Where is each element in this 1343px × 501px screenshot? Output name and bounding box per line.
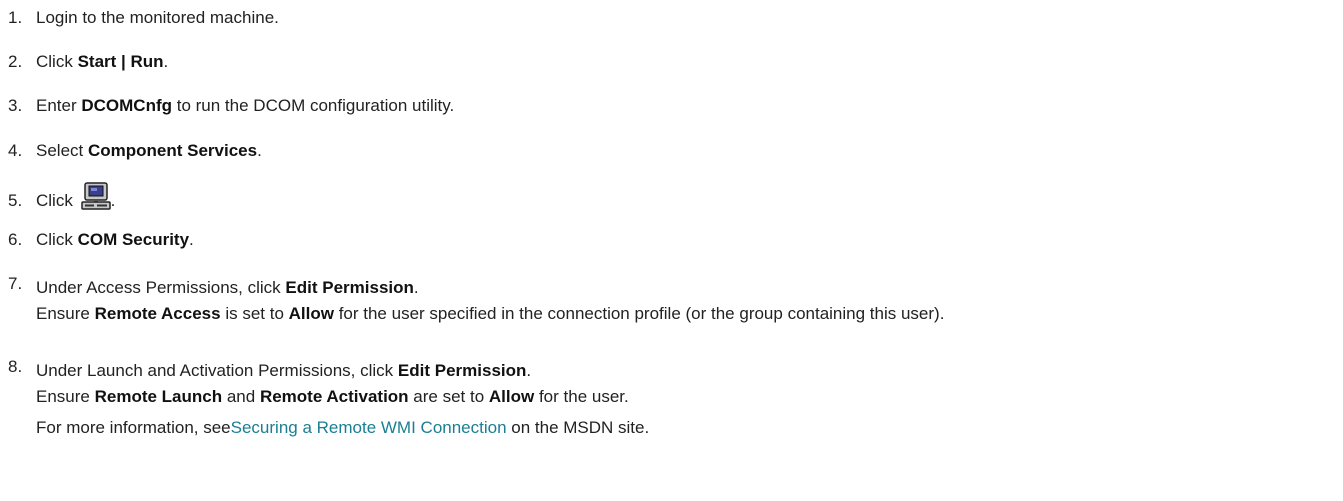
com-security-label: COM Security	[77, 230, 190, 249]
step-number: 1.	[8, 8, 23, 27]
step-number: 5.	[8, 191, 23, 210]
step-7: 7. Under Access Permissions, click Edit P…	[8, 273, 419, 299]
detail-text: Ensure	[36, 304, 95, 323]
detail-text: Ensure	[36, 387, 95, 406]
step-5: 5. Click .	[8, 182, 115, 212]
step-text: Click	[36, 191, 78, 210]
start-run-label: Start | Run	[77, 52, 164, 71]
step-2: 2. Click Start | Run.	[8, 51, 168, 73]
step-text-end: .	[257, 141, 262, 160]
step-text-end: to run the DCOM configuration utility.	[172, 96, 455, 115]
step-4: 4. Select Component Services.	[8, 140, 262, 162]
step-number: 8.	[8, 357, 23, 376]
edit-permission-label: Edit Permission	[285, 278, 414, 297]
step-text-end: .	[110, 191, 116, 210]
my-computer-icon	[80, 182, 111, 210]
allow-label: Allow	[488, 387, 535, 406]
step-number: 2.	[8, 52, 23, 71]
securing-wmi-link[interactable]: Securing a Remote WMI Connection	[231, 418, 507, 437]
step-text: Select	[36, 141, 88, 160]
step-text: Login to the monitored machine.	[36, 8, 279, 27]
step-text: Click	[36, 230, 78, 249]
step-text: Under Launch and Activation Permissions,…	[36, 361, 398, 380]
step-3: 3. Enter DCOMCnfg to run the DCOM configu…	[8, 95, 454, 117]
more-info: For more information, seeSecuring a Remo…	[36, 417, 649, 439]
step-number: 4.	[8, 141, 23, 160]
more-info-text: For more information, see	[36, 418, 231, 437]
step-8-detail: Ensure Remote Launch and Remote Activati…	[36, 386, 629, 408]
step-text-end: .	[163, 52, 169, 71]
component-services-label: Component Services	[87, 141, 258, 160]
remote-access-label: Remote Access	[94, 304, 221, 323]
detail-text: is set to	[220, 304, 289, 323]
step-text-end: .	[526, 361, 532, 380]
step-text: Enter	[36, 96, 82, 115]
step-text-end: .	[189, 230, 194, 249]
remote-activation-label: Remote Activation	[259, 387, 409, 406]
step-text: Under Access Permissions, click	[36, 278, 286, 297]
remote-launch-label: Remote Launch	[94, 387, 223, 406]
step-8: 8. Under Launch and Activation Permission…	[8, 356, 531, 382]
allow-label: Allow	[288, 304, 334, 323]
dcomcnfg-label: DCOMCnfg	[81, 96, 173, 115]
detail-text: and	[222, 387, 260, 406]
step-6: 6. Click COM Security.	[8, 229, 194, 251]
step-1: 1. Login to the monitored machine.	[8, 7, 279, 29]
more-info-text-end: on the MSDN site.	[506, 418, 650, 437]
step-text-end: .	[413, 278, 419, 297]
step-number: 7.	[8, 274, 23, 293]
step-number: 6.	[8, 230, 23, 249]
edit-permission-label: Edit Permission	[397, 361, 527, 380]
step-number: 3.	[8, 96, 23, 115]
detail-text: for the user specified in the connection…	[333, 304, 945, 323]
detail-text: for the user.	[534, 387, 629, 406]
instruction-list: 1. Login to the monitored machine. 2. Clic…	[0, 0, 1343, 501]
step-text: Click	[36, 52, 78, 71]
detail-text: are set to	[408, 387, 489, 406]
step-7-detail: Ensure Remote Access is set to Allow for…	[36, 303, 944, 325]
